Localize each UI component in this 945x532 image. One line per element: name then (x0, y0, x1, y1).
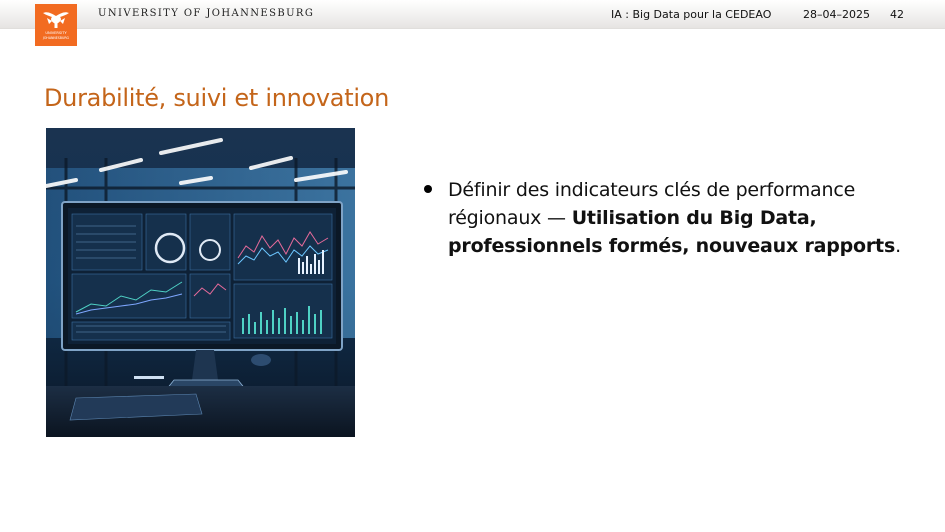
university-name: UNIVERSITY OF JOHANNESBURG (98, 8, 315, 19)
bullet-item: Définir des indicateurs clés de performa… (448, 176, 904, 260)
bullet-list: Définir des indicateurs clés de performa… (424, 176, 904, 260)
university-logo: UNIVERSITY JOHANNESBURG (35, 4, 77, 46)
logo-text-johannesburg: JOHANNESBURG (42, 36, 70, 40)
slide-date: 28–04–2025 (803, 8, 870, 21)
course-title: IA : Big Data pour la CEDEAO (611, 8, 772, 21)
header-bar: UNIVERSITY OF JOHANNESBURG IA : Big Data… (0, 0, 945, 29)
slide-title: Durabilité, suivi et innovation (44, 84, 389, 112)
bullet-text-end: . (895, 235, 901, 257)
dashboard-photo (46, 128, 355, 437)
page-number: 42 (890, 8, 904, 21)
monitor-dashboard-image (46, 128, 355, 437)
bullet-marker (424, 185, 432, 193)
